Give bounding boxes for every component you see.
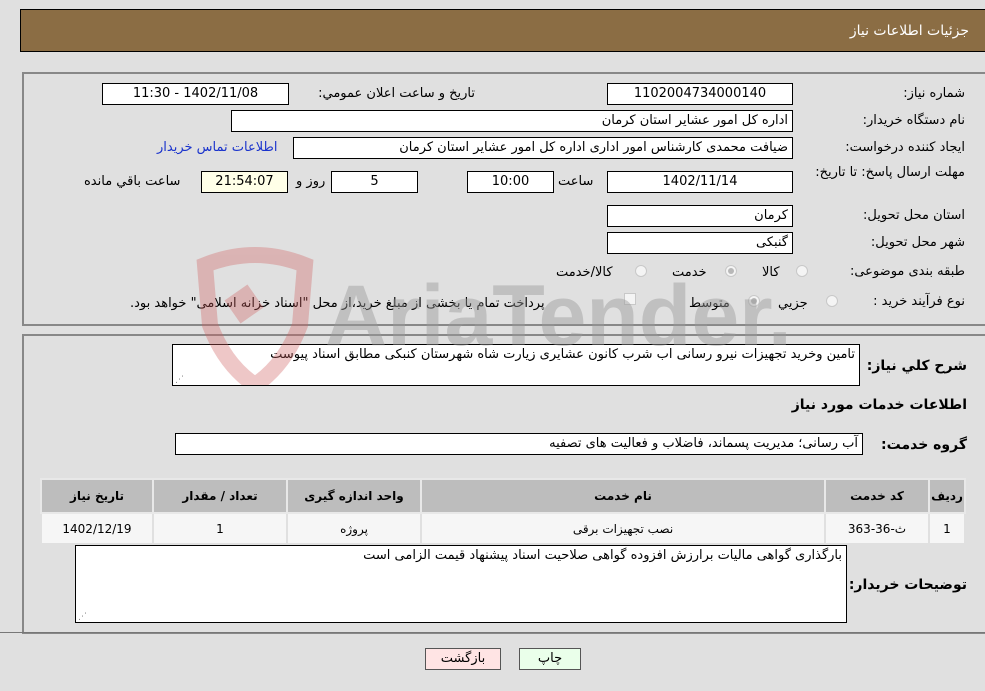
description-textarea[interactable]: تامین وخرید تجهیزات نیرو رسانی اب شرب کا…	[172, 344, 860, 386]
announce-datetime-field: 1402/11/08 - 11:30	[102, 83, 289, 105]
table-row: 1 ث-36-363 نصب تجهیزات برقی پروژه 1 1402…	[40, 512, 966, 545]
back-button[interactable]: بازگشت	[425, 648, 501, 670]
deadline-label: مهلت ارسال پاسخ: تا تاریخ:	[815, 165, 965, 180]
remaining-days-field: 5	[331, 171, 418, 193]
requester-field: ضیافت محمدی کارشناس امور اداری اداره کل …	[293, 137, 793, 159]
remaining-time-field: 21:54:07	[201, 171, 288, 193]
col-header-quantity: تعداد / مقدار	[152, 478, 288, 514]
buyer-notes-textarea[interactable]: بارگذاری گواهی مالیات برارزش افزوده گواه…	[75, 545, 847, 623]
need-number-field: 1102004734000140	[607, 83, 793, 105]
city-field: گنبکی	[607, 232, 793, 254]
province-field: کرمان	[607, 205, 793, 227]
treasury-note: پرداخت تمام یا بخشی از مبلغ خرید،از محل …	[130, 296, 545, 311]
page-title: جزئیات اطلاعات نیاز	[849, 23, 969, 39]
table-header-row: رديف کد خدمت نام خدمت واحد اندازه گيری ت…	[40, 478, 966, 514]
purchase-type-radio-minor[interactable]	[826, 295, 838, 307]
city-label: شهر محل تحویل:	[870, 235, 965, 250]
resize-handle-icon[interactable]: ⋰	[175, 376, 184, 385]
services-table: رديف کد خدمت نام خدمت واحد اندازه گيری ت…	[40, 478, 966, 545]
page-header: جزئیات اطلاعات نیاز	[20, 9, 985, 52]
buyer-contact-link[interactable]: اطلاعات تماس خریدار	[157, 140, 277, 155]
cell-row-number: 1	[928, 512, 966, 545]
category-option-service: خدمت	[672, 265, 707, 280]
footer-divider	[0, 632, 985, 633]
category-radio-service[interactable]	[725, 265, 737, 277]
col-header-row-number: رديف	[928, 478, 966, 514]
cell-service-name: نصب تجهیزات برقی	[420, 512, 826, 545]
deadline-time-label: ساعت	[558, 174, 594, 189]
category-radio-goods-service[interactable]	[635, 265, 647, 277]
need-number-label: شماره نیاز:	[903, 86, 965, 101]
category-radio-goods[interactable]	[796, 265, 808, 277]
col-header-service-name: نام خدمت	[420, 478, 826, 514]
col-header-unit: واحد اندازه گيری	[286, 478, 422, 514]
purchase-type-label: نوع فرآیند خرید :	[873, 294, 965, 309]
requester-label: ایجاد کننده درخواست:	[845, 140, 965, 155]
col-header-need-date: تاريخ نياز	[40, 478, 154, 514]
cell-quantity: 1	[152, 512, 288, 545]
resize-handle-icon[interactable]: ⋰	[78, 613, 87, 622]
col-header-service-code: کد خدمت	[824, 478, 930, 514]
buyer-notes-label: توضيحات خريدار:	[848, 577, 967, 593]
purchase-type-radio-medium[interactable]	[748, 295, 760, 307]
buyer-notes-text: بارگذاری گواهی مالیات برارزش افزوده گواه…	[363, 548, 842, 563]
buyer-org-field: اداره کل امور عشایر استان کرمان	[231, 110, 793, 132]
days-label: روز و	[296, 174, 326, 189]
category-option-goods: کالا	[762, 265, 780, 280]
print-button[interactable]: چاپ	[519, 648, 581, 670]
service-group-field: آب رسانی؛ مدیریت پسماند، فاضلاب و فعالیت…	[175, 433, 863, 455]
purchase-type-option-minor: جزيي	[778, 296, 808, 311]
service-group-label: گروه خدمت:	[881, 437, 967, 453]
purchase-type-option-medium: متوسط	[689, 296, 730, 311]
cell-unit: پروژه	[286, 512, 422, 545]
services-heading: اطلاعات خدمات مورد نياز	[791, 397, 967, 413]
category-label: طبقه بندی موضوعی:	[849, 264, 965, 279]
deadline-date-field: 1402/11/14	[607, 171, 793, 193]
province-label: استان محل تحویل:	[863, 208, 965, 223]
cell-service-code: ث-36-363	[824, 512, 930, 545]
remaining-label: ساعت باقي مانده	[84, 174, 181, 189]
deadline-time-field: 10:00	[467, 171, 554, 193]
buyer-org-label: نام دستگاه خريدار:	[862, 113, 965, 128]
category-option-goods-service: کالا/خدمت	[556, 265, 613, 280]
description-label: شرح کلي نياز:	[866, 358, 967, 374]
announce-datetime-label: تاریخ و ساعت اعلان عمومي:	[318, 86, 475, 101]
treasury-checkbox[interactable]	[624, 293, 636, 305]
cell-need-date: 1402/12/19	[40, 512, 154, 545]
description-text: تامین وخرید تجهیزات نیرو رسانی اب شرب کا…	[270, 347, 855, 362]
